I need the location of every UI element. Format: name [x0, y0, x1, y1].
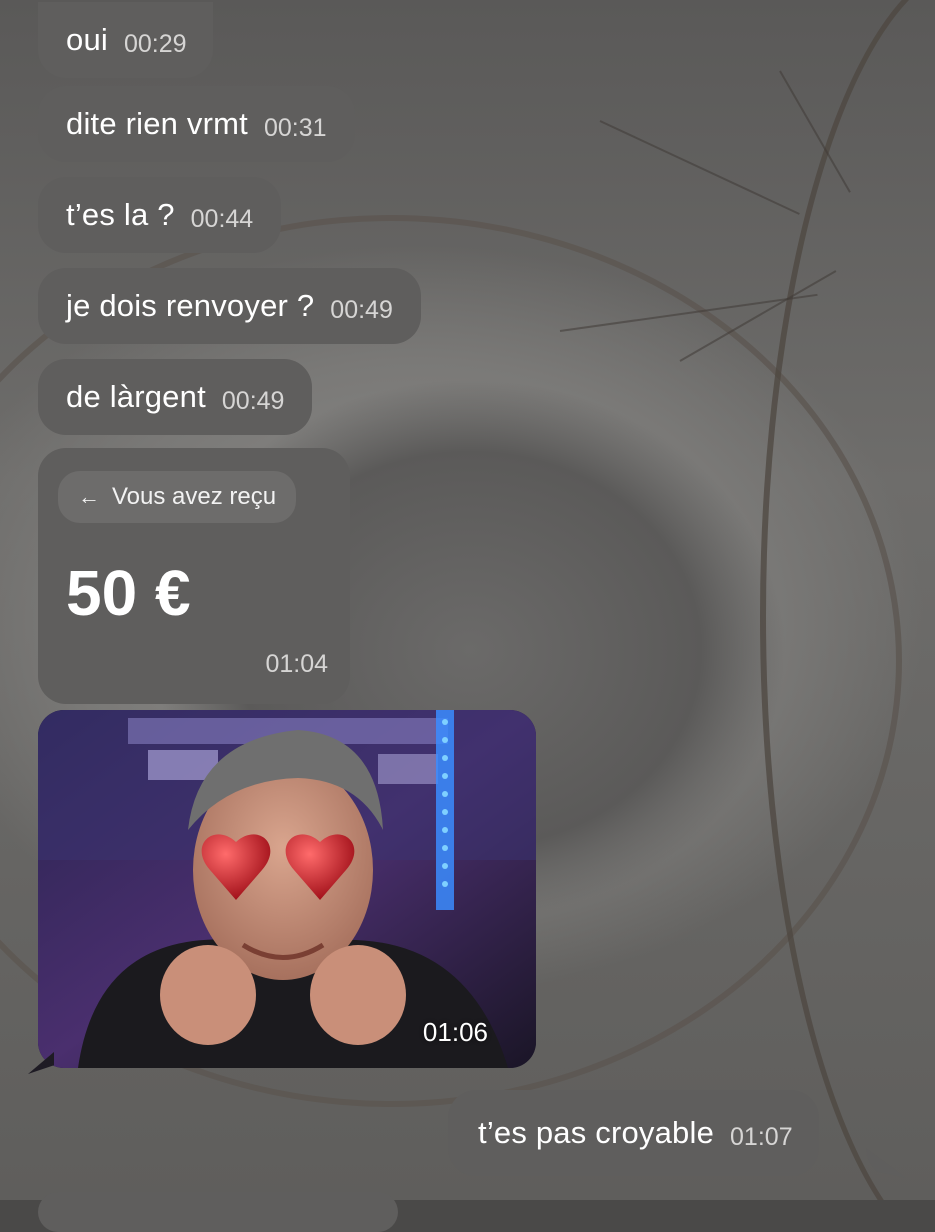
message-time: 00:44 [190, 204, 254, 233]
payment-amount: 50 € [66, 557, 191, 629]
message-text: de làrgent [66, 379, 206, 414]
payment-received-card[interactable]: ← Vous avez reçu 50 € 01:04 [38, 448, 350, 704]
received-message[interactable]: dite rien vrmt 00:31 [38, 86, 355, 162]
payment-label: Vous avez reçu [112, 483, 277, 510]
gif-message[interactable]: 01:06 [38, 710, 536, 1068]
gif-image [38, 710, 536, 1068]
sent-message[interactable]: t’es pas croyable 01:07 [448, 1090, 819, 1176]
message-time: 01:06 [422, 1017, 488, 1047]
message-time: 00:49 [330, 295, 393, 324]
message-time: 00:29 [123, 29, 187, 58]
received-message[interactable]: de làrgent 00:49 [38, 359, 313, 435]
received-message[interactable]: je dois renvoyer ? 00:49 [38, 268, 421, 344]
message-time: 00:49 [221, 386, 285, 415]
payment-direction-chip: ← Vous avez reçu [58, 471, 297, 523]
arrow-left-icon: ← [78, 484, 100, 509]
received-message[interactable]: oui 00:29 [38, 2, 213, 78]
message-text: oui [66, 22, 108, 57]
message-time: 01:04 [265, 650, 328, 678]
message-text: t’es pas croyable [478, 1115, 715, 1150]
message-text: dite rien vrmt [66, 106, 248, 141]
message-text: je dois renvoyer ? [66, 288, 315, 323]
message-time: 00:31 [263, 113, 327, 142]
received-message[interactable]: t’es la ? 00:44 [38, 177, 282, 253]
received-message-partial[interactable] [38, 1192, 398, 1232]
message-time: 01:07 [730, 1122, 793, 1151]
message-text: t’es la ? [66, 197, 175, 232]
